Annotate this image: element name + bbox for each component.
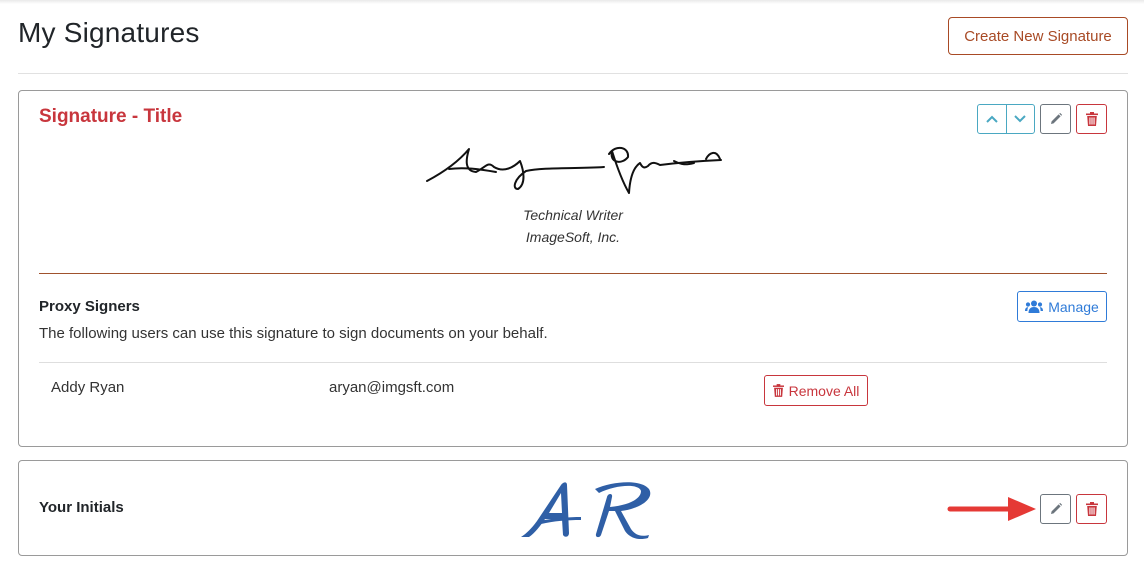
- manage-label: Manage: [1048, 298, 1099, 315]
- users-icon: [1025, 300, 1044, 313]
- page-title: My Signatures: [18, 17, 200, 48]
- proxy-signers-description: The following users can use this signatu…: [39, 325, 548, 342]
- signature-company: ImageSoft, Inc.: [525, 229, 621, 245]
- trash-icon: [1085, 112, 1098, 126]
- manage-proxy-button[interactable]: Manage: [1017, 291, 1107, 322]
- header-divider: [18, 73, 1128, 74]
- trash-icon: [1085, 502, 1098, 516]
- pencil-icon: [1050, 112, 1062, 124]
- signature-card: Signature - Title Technical Writer Image…: [18, 90, 1128, 447]
- proxy-list-divider: [39, 362, 1107, 363]
- pencil-icon: [1050, 502, 1062, 514]
- initials-image: [521, 482, 651, 540]
- edit-initials-button[interactable]: [1040, 494, 1071, 524]
- remove-all-label: Remove All: [788, 382, 860, 399]
- proxy-signer-name: Addy Ryan: [51, 379, 125, 396]
- move-down-button[interactable]: [1005, 105, 1034, 133]
- trash-icon: [772, 384, 784, 397]
- edit-signature-button[interactable]: [1040, 104, 1071, 134]
- proxy-signers-heading: Proxy Signers: [39, 298, 140, 315]
- remove-all-button[interactable]: Remove All: [764, 375, 868, 406]
- signature-job-title: Technical Writer: [523, 207, 623, 223]
- red-arrow-annotation: [947, 497, 1036, 521]
- signature-image: [426, 146, 722, 194]
- delete-signature-button[interactable]: [1076, 104, 1107, 134]
- top-shadow: [0, 0, 1144, 4]
- delete-initials-button[interactable]: [1076, 494, 1107, 524]
- signature-title: Signature - Title: [39, 106, 183, 127]
- move-up-button[interactable]: [978, 105, 1006, 133]
- reorder-button-group: [977, 104, 1035, 134]
- initials-label: Your Initials: [39, 499, 124, 516]
- section-divider: [39, 273, 1107, 274]
- chevron-up-icon: [986, 115, 998, 123]
- chevron-down-icon: [1014, 115, 1027, 123]
- create-new-signature-button[interactable]: Create New Signature: [948, 17, 1128, 55]
- proxy-signer-email: aryan@imgsft.com: [329, 379, 455, 396]
